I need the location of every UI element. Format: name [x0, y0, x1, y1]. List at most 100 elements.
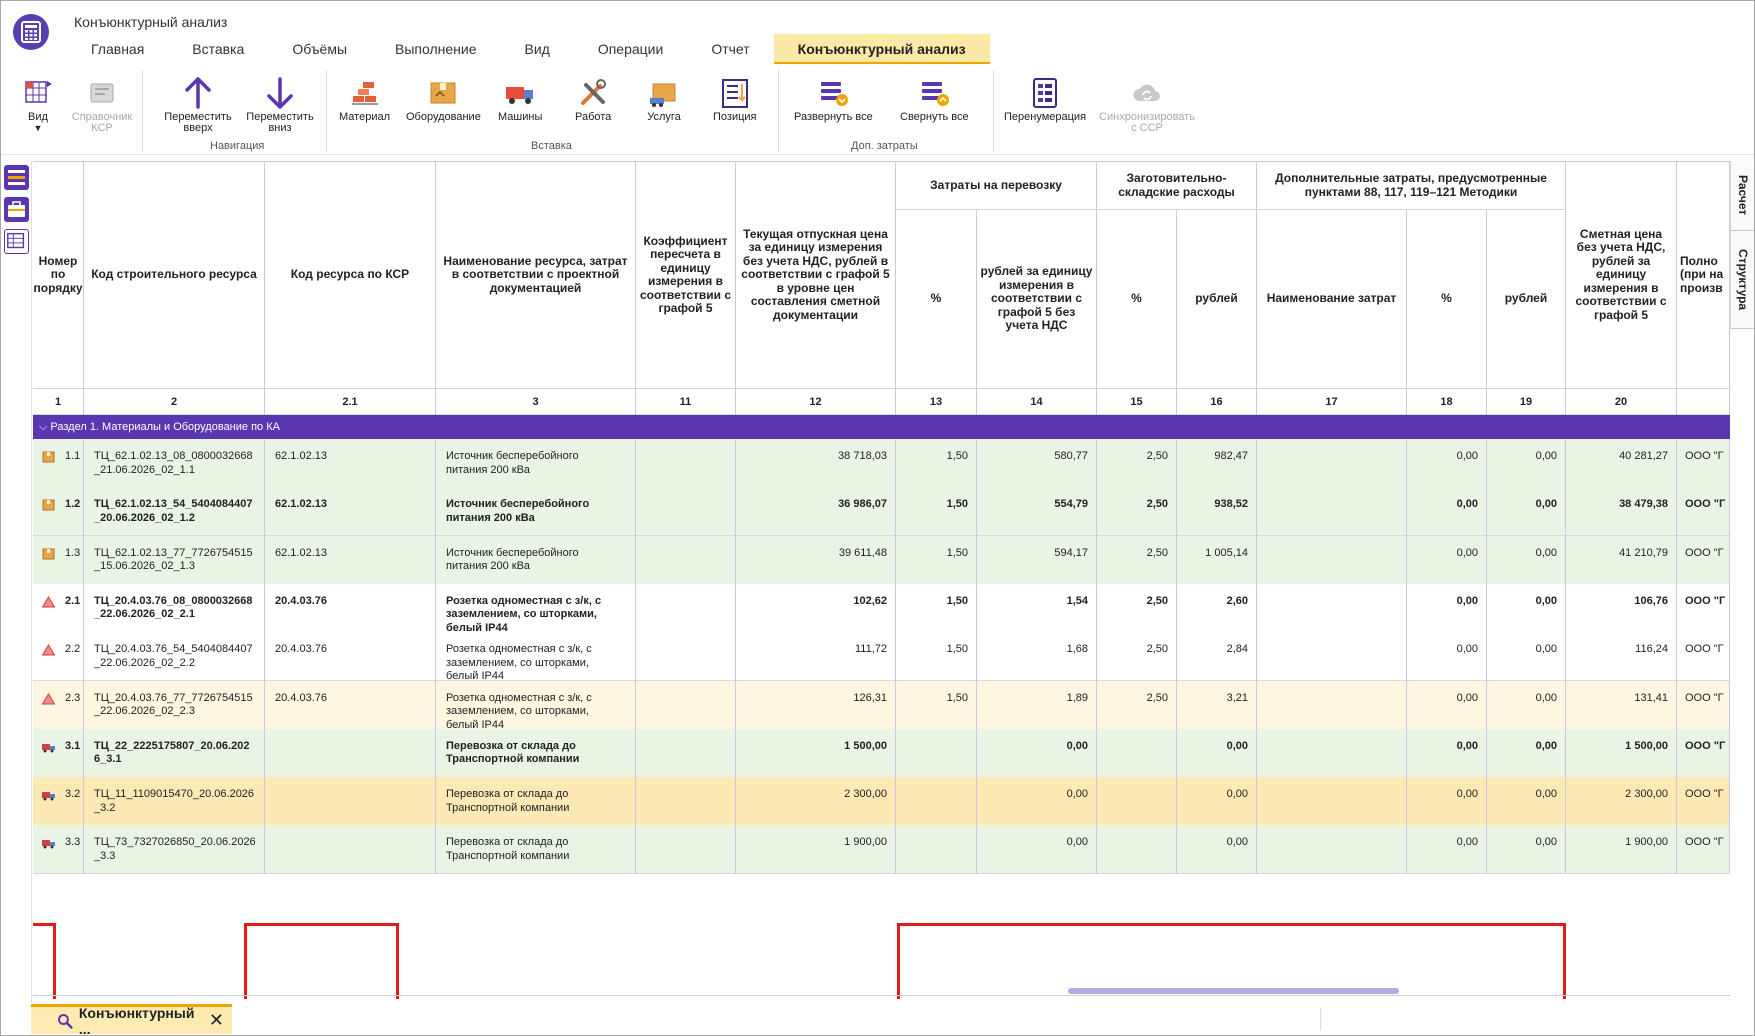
- cell-zagot-rub[interactable]: 2,60: [1177, 583, 1257, 633]
- header-kod-resursa[interactable]: Код строительного ресурса: [84, 162, 265, 389]
- spravochnik-ksr-button[interactable]: Справочник КСР: [72, 76, 132, 134]
- cell-tekushchaya-cena[interactable]: 2 300,00: [736, 777, 896, 827]
- cell-tekushchaya-cena[interactable]: 1 500,00: [736, 728, 896, 778]
- cell-transport-percent[interactable]: 1,50: [896, 632, 977, 682]
- cell-zagot-percent[interactable]: [1097, 825, 1177, 875]
- tab-obyomy[interactable]: Объёмы: [268, 34, 371, 64]
- cell-nomer[interactable]: 2.1: [33, 583, 84, 633]
- cell-postavshchik[interactable]: ООО "Г: [1677, 535, 1730, 585]
- cell-transport-rub[interactable]: 0,00: [977, 825, 1097, 875]
- cell-naimenovanie[interactable]: Перевозка от склада до Транспортной комп…: [436, 825, 636, 875]
- tab-konyunkturnyy-analiz[interactable]: Конъюнктурный анализ: [773, 34, 990, 64]
- move-up-button[interactable]: Переместить вверх: [159, 76, 237, 134]
- cell-dop-naimenovanie[interactable]: [1257, 439, 1407, 488]
- cell-kod-ksr[interactable]: 62.1.02.13: [265, 439, 436, 488]
- cell-postavshchik[interactable]: ООО "Г: [1677, 680, 1730, 730]
- cell-zagot-rub[interactable]: 0,00: [1177, 777, 1257, 827]
- table-row[interactable]: 2.1 ТЦ_20.4.03.76_08_0800032668 _22.06.20…: [33, 583, 1730, 633]
- cell-transport-rub[interactable]: 594,17: [977, 535, 1097, 585]
- grid-view-icon[interactable]: [4, 165, 29, 190]
- cell-dop-percent[interactable]: 0,00: [1407, 439, 1487, 488]
- header-dop-rub[interactable]: рублей: [1487, 210, 1566, 389]
- cell-nomer[interactable]: 2.3: [33, 680, 84, 730]
- app-logo-icon[interactable]: [13, 14, 49, 50]
- table-row[interactable]: 2.2 ТЦ_20.4.03.76_54_5404084407 _22.06.20…: [33, 632, 1730, 682]
- cell-koefficient[interactable]: [636, 487, 736, 537]
- cell-tekushchaya-cena[interactable]: 38 718,03: [736, 439, 896, 488]
- tab-raschet[interactable]: Расчет: [1731, 161, 1754, 231]
- cell-dop-naimenovanie[interactable]: [1257, 535, 1407, 585]
- cell-smetnaya-cena[interactable]: 106,76: [1566, 583, 1677, 633]
- cell-kod-resursa[interactable]: ТЦ_20.4.03.76_54_5404084407 _22.06.2026_…: [84, 632, 265, 682]
- horizontal-scrollbar[interactable]: [1068, 988, 1399, 994]
- cell-dop-percent[interactable]: 0,00: [1407, 632, 1487, 682]
- cell-transport-rub[interactable]: 0,00: [977, 728, 1097, 778]
- cell-koefficient[interactable]: [636, 680, 736, 730]
- cell-transport-rub[interactable]: 1,54: [977, 583, 1097, 633]
- cell-dop-percent[interactable]: 0,00: [1407, 777, 1487, 827]
- mashiny-button[interactable]: Машины: [498, 76, 542, 123]
- cell-naimenovanie[interactable]: Источник бесперебойного питания 200 кВа: [436, 535, 636, 585]
- cell-zagot-percent[interactable]: [1097, 777, 1177, 827]
- cell-dop-naimenovanie[interactable]: [1257, 825, 1407, 875]
- cell-postavshchik[interactable]: ООО "Г: [1677, 632, 1730, 682]
- cell-koefficient[interactable]: [636, 632, 736, 682]
- cell-dop-percent[interactable]: 0,00: [1407, 680, 1487, 730]
- table-row[interactable]: 1.2 ТЦ_62.1.02.13_54_5404084407 _20.06.20…: [33, 487, 1730, 537]
- header-tekushchaya-cena[interactable]: Текущая отпускная цена за единицу измере…: [736, 162, 896, 389]
- cell-transport-percent[interactable]: [896, 825, 977, 875]
- cell-kod-ksr[interactable]: 20.4.03.76: [265, 583, 436, 633]
- cell-zagot-rub[interactable]: 1 005,14: [1177, 535, 1257, 585]
- cell-kod-ksr[interactable]: [265, 825, 436, 875]
- header-dop-naimenovanie[interactable]: Наименование затрат: [1257, 210, 1407, 389]
- table-row[interactable]: 2.3 ТЦ_20.4.03.76_77_7726754515 _22.06.20…: [33, 680, 1730, 730]
- vid-button[interactable]: Вид ▼: [21, 76, 55, 133]
- cell-transport-rub[interactable]: 1,89: [977, 680, 1097, 730]
- cell-transport-percent[interactable]: 1,50: [896, 439, 977, 488]
- cell-kod-ksr[interactable]: 62.1.02.13: [265, 535, 436, 585]
- cell-naimenovanie[interactable]: Перевозка от склада до Транспортной комп…: [436, 777, 636, 827]
- cell-kod-resursa[interactable]: ТЦ_20.4.03.76_08_0800032668 _22.06.2026_…: [84, 583, 265, 633]
- tab-vypolnenie[interactable]: Выполнение: [371, 34, 500, 64]
- cell-nomer[interactable]: 3.2: [33, 777, 84, 827]
- cell-nomer[interactable]: 3.1: [33, 728, 84, 778]
- cell-dop-naimenovanie[interactable]: [1257, 777, 1407, 827]
- cell-transport-rub[interactable]: 0,00: [977, 777, 1097, 827]
- cell-koefficient[interactable]: [636, 825, 736, 875]
- section-row[interactable]: ⌵ Раздел 1. Материалы и Оборудование по …: [33, 415, 1730, 439]
- cell-kod-ksr[interactable]: [265, 777, 436, 827]
- cell-transport-rub[interactable]: 1,68: [977, 632, 1097, 682]
- cell-dop-naimenovanie[interactable]: [1257, 728, 1407, 778]
- cell-dop-percent[interactable]: 0,00: [1407, 728, 1487, 778]
- header-kod-ksr[interactable]: Код ресурса по КСР: [265, 162, 436, 389]
- cell-koefficient[interactable]: [636, 728, 736, 778]
- cell-koefficient[interactable]: [636, 583, 736, 633]
- cell-tekushchaya-cena[interactable]: 1 900,00: [736, 825, 896, 875]
- cell-koefficient[interactable]: [636, 777, 736, 827]
- cell-dop-naimenovanie[interactable]: [1257, 632, 1407, 682]
- cell-dop-percent[interactable]: 0,00: [1407, 825, 1487, 875]
- cell-naimenovanie[interactable]: Розетка одноместная с з/к, с заземлением…: [436, 632, 636, 682]
- cell-naimenovanie[interactable]: Перевозка от склада до Транспортной комп…: [436, 728, 636, 778]
- cell-koefficient[interactable]: [636, 535, 736, 585]
- cell-smetnaya-cena[interactable]: 1 900,00: [1566, 825, 1677, 875]
- cell-postavshchik[interactable]: ООО "Г: [1677, 487, 1730, 537]
- cell-zagot-percent[interactable]: 2,50: [1097, 680, 1177, 730]
- table-icon[interactable]: [4, 229, 29, 254]
- cell-zagot-percent[interactable]: [1097, 728, 1177, 778]
- cell-kod-resursa[interactable]: ТЦ_73_7327026850_20.06.2026 _3.3: [84, 825, 265, 875]
- cell-tekushchaya-cena[interactable]: 126,31: [736, 680, 896, 730]
- oborudovanie-button[interactable]: Оборудование: [406, 76, 481, 123]
- cell-kod-resursa[interactable]: ТЦ_62.1.02.13_54_5404084407 _20.06.2026_…: [84, 487, 265, 537]
- cell-naimenovanie[interactable]: Источник бесперебойного питания 200 кВа: [436, 487, 636, 537]
- cell-postavshchik[interactable]: ООО "Г: [1677, 825, 1730, 875]
- cell-nomer[interactable]: 1.3: [33, 535, 84, 585]
- tab-operacii[interactable]: Операции: [574, 34, 688, 64]
- renumber-button[interactable]: Перенумерация: [1004, 76, 1086, 123]
- cell-naimenovanie[interactable]: Источник бесперебойного питания 200 кВа: [436, 439, 636, 488]
- cell-dop-percent[interactable]: 0,00: [1407, 583, 1487, 633]
- cell-kod-resursa[interactable]: ТЦ_11_1109015470_20.06.2026 _3.2: [84, 777, 265, 827]
- cell-zagot-percent[interactable]: 2,50: [1097, 535, 1177, 585]
- cell-dop-rub[interactable]: 0,00: [1487, 535, 1566, 585]
- cell-dop-naimenovanie[interactable]: [1257, 583, 1407, 633]
